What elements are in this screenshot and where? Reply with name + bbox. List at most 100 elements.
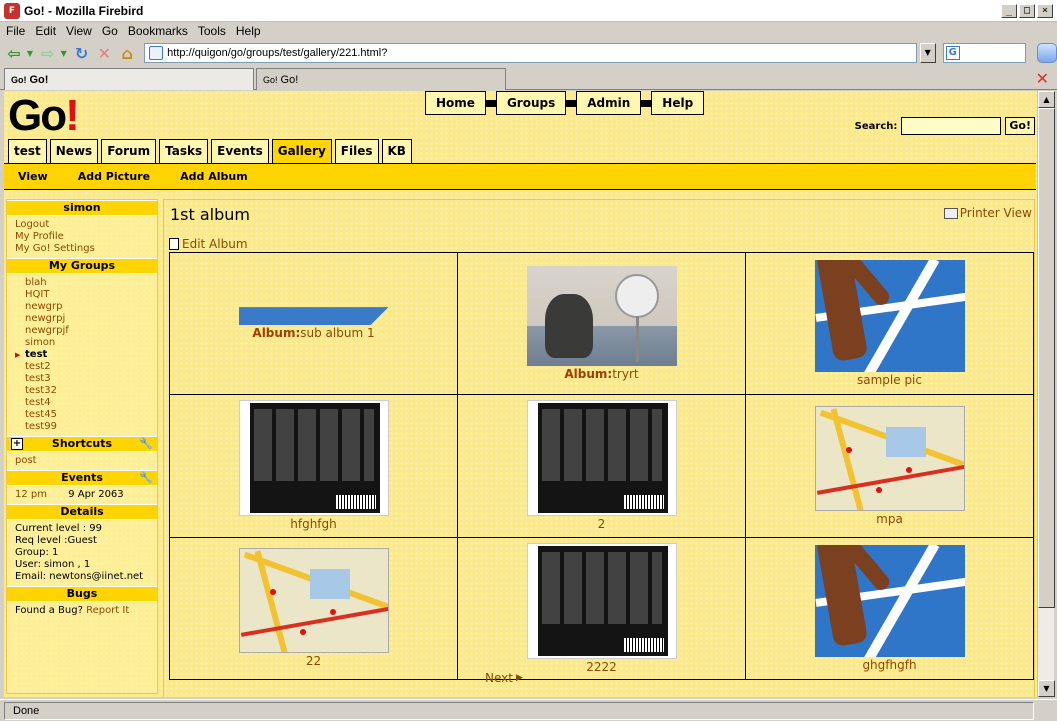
gallery-cell[interactable]: 2222 <box>457 536 746 681</box>
site-logo[interactable]: Go! <box>8 91 80 141</box>
url-dropdown-button[interactable]: ▼ <box>919 43 936 63</box>
logout-link[interactable]: Logout <box>15 219 149 231</box>
group-item[interactable]: newgrpj <box>15 313 149 325</box>
back-dropdown-icon[interactable]: ▼ <box>27 49 35 58</box>
gallery-item-label[interactable]: hfghfgh <box>170 517 457 531</box>
map-photo-thumbnail[interactable] <box>814 405 965 511</box>
menu-file[interactable]: File <box>6 24 25 38</box>
edit-album-link[interactable]: Edit Album <box>169 237 248 251</box>
web-search-input[interactable]: G <box>942 43 1027 63</box>
group-item-current[interactable]: test <box>15 349 149 361</box>
group-item[interactable]: newgrp <box>15 301 149 313</box>
track-photo-thumbnail[interactable] <box>814 544 965 657</box>
top-nav-admin[interactable]: Admin <box>576 91 642 115</box>
menu-go[interactable]: Go <box>102 24 118 38</box>
close-tab-icon[interactable]: ✕ <box>1036 69 1049 88</box>
group-item[interactable]: test32 <box>15 385 149 397</box>
reload-icon[interactable]: ↻ <box>72 43 92 63</box>
group-item[interactable]: HQIT <box>15 289 149 301</box>
scroll-up-icon[interactable]: ▲ <box>1038 91 1055 108</box>
tab-events[interactable]: Events <box>211 139 269 163</box>
gallery-cell[interactable]: Album:tryrt <box>457 251 746 396</box>
gallery-item-label[interactable]: tryrt <box>612 367 638 381</box>
group-item[interactable]: test4 <box>15 397 149 409</box>
close-button[interactable]: × <box>1037 3 1053 18</box>
gallery-cell[interactable]: 22 <box>169 536 458 681</box>
gallery-item-label[interactable]: 2 <box>458 517 745 531</box>
gallery-cell[interactable]: sample pic <box>745 251 1034 396</box>
tab-files[interactable]: Files <box>334 139 379 163</box>
menu-view[interactable]: View <box>66 24 92 38</box>
gallery-cell[interactable]: Album:sub album 1 <box>169 251 458 396</box>
tab-label: Go! <box>280 73 299 86</box>
sleeve-photo-thumbnail[interactable] <box>238 400 389 517</box>
menu-bookmarks[interactable]: Bookmarks <box>128 24 188 38</box>
menu-tools[interactable]: Tools <box>198 24 226 38</box>
tab-test[interactable]: test <box>8 139 47 163</box>
track-photo-thumbnail[interactable] <box>814 260 965 373</box>
minimize-button[interactable]: _ <box>1001 3 1017 18</box>
tab-go-inactive[interactable]: Go! Go! <box>256 68 506 90</box>
map-photo-thumbnail[interactable] <box>238 548 389 654</box>
navigation-toolbar: ⇦ ▼ ⇨ ▼ ↻ ✕ ⌂ http://quigon/go/groups/te… <box>0 40 1057 66</box>
album-banner-thumbnail[interactable] <box>238 307 389 326</box>
wrench-icon[interactable]: 🔧 <box>139 437 153 451</box>
gallery-item-label[interactable]: mpa <box>746 512 1033 526</box>
google-icon[interactable]: G <box>945 46 960 60</box>
forward-icon[interactable]: ⇨ <box>38 43 58 63</box>
tab-tasks[interactable]: Tasks <box>159 139 209 163</box>
gallery-item-label[interactable]: 22 <box>170 654 457 668</box>
gallery-cell[interactable]: mpa <box>745 394 1034 538</box>
group-item[interactable]: blah <box>15 277 149 289</box>
gallery-cell[interactable]: 2 <box>457 394 746 538</box>
gallery-cell[interactable]: hfghfgh <box>169 394 458 538</box>
tab-go-active[interactable]: Go! Go! <box>4 68 254 90</box>
group-item[interactable]: test99 <box>15 421 149 433</box>
back-icon[interactable]: ⇦ <box>4 43 24 63</box>
top-nav-help[interactable]: Help <box>651 91 705 115</box>
home-icon[interactable]: ⌂ <box>117 43 137 63</box>
subnav-view[interactable]: View <box>18 170 48 183</box>
gallery-item-label[interactable]: ghgfhgfh <box>746 658 1033 672</box>
my-settings-link[interactable]: My Go! Settings <box>15 243 149 255</box>
menu-help[interactable]: Help <box>236 24 261 38</box>
shortcut-post[interactable]: post <box>15 455 37 466</box>
scroll-thumb[interactable] <box>1038 108 1055 608</box>
expand-icon[interactable]: + <box>11 438 23 450</box>
next-page-link[interactable]: Next ▶ <box>485 671 523 685</box>
group-item[interactable]: newgrpjf <box>15 325 149 337</box>
forward-dropdown-icon[interactable]: ▼ <box>61 49 69 58</box>
group-item[interactable]: simon <box>15 337 149 349</box>
subnav-add-picture[interactable]: Add Picture <box>78 170 150 183</box>
tab-forum[interactable]: Forum <box>101 139 157 163</box>
maximize-button[interactable]: □ <box>1019 3 1035 18</box>
url-text[interactable]: http://quigon/go/groups/test/gallery/221… <box>167 47 387 59</box>
gallery-item-label[interactable]: sample pic <box>746 373 1033 387</box>
top-nav-home[interactable]: Home <box>425 91 486 115</box>
vertical-scrollbar[interactable]: ▲ ▼ <box>1037 91 1055 697</box>
menu-edit[interactable]: Edit <box>35 24 56 38</box>
sleeve-photo-thumbnail[interactable] <box>526 400 677 517</box>
group-item[interactable]: test45 <box>15 409 149 421</box>
dog-photo-thumbnail[interactable] <box>526 266 677 367</box>
group-item[interactable]: test3 <box>15 373 149 385</box>
sleeve-photo-thumbnail[interactable] <box>526 542 677 659</box>
url-bar[interactable]: http://quigon/go/groups/test/gallery/221… <box>144 43 917 63</box>
printer-view-link[interactable]: Printer View <box>943 206 1032 220</box>
subnav-add-album[interactable]: Add Album <box>180 170 248 183</box>
scroll-down-icon[interactable]: ▼ <box>1038 680 1055 697</box>
gallery-item-label[interactable]: sub album 1 <box>300 326 374 340</box>
stop-icon[interactable]: ✕ <box>94 43 114 63</box>
top-nav-groups[interactable]: Groups <box>495 91 567 115</box>
gallery-cell[interactable]: ghgfhgfh <box>745 536 1034 681</box>
tab-gallery[interactable]: Gallery <box>271 139 332 166</box>
tab-news[interactable]: News <box>49 139 99 163</box>
report-bug-link[interactable]: Report It <box>86 605 129 616</box>
search-input[interactable] <box>901 117 1002 135</box>
my-profile-link[interactable]: My Profile <box>15 231 149 243</box>
tab-kb[interactable]: KB <box>381 139 412 163</box>
search-go-button[interactable]: Go! <box>1005 117 1035 135</box>
event-time[interactable]: 12 pm <box>15 489 47 500</box>
group-item[interactable]: test2 <box>15 361 149 373</box>
wrench-icon[interactable]: 🔧 <box>139 471 153 485</box>
